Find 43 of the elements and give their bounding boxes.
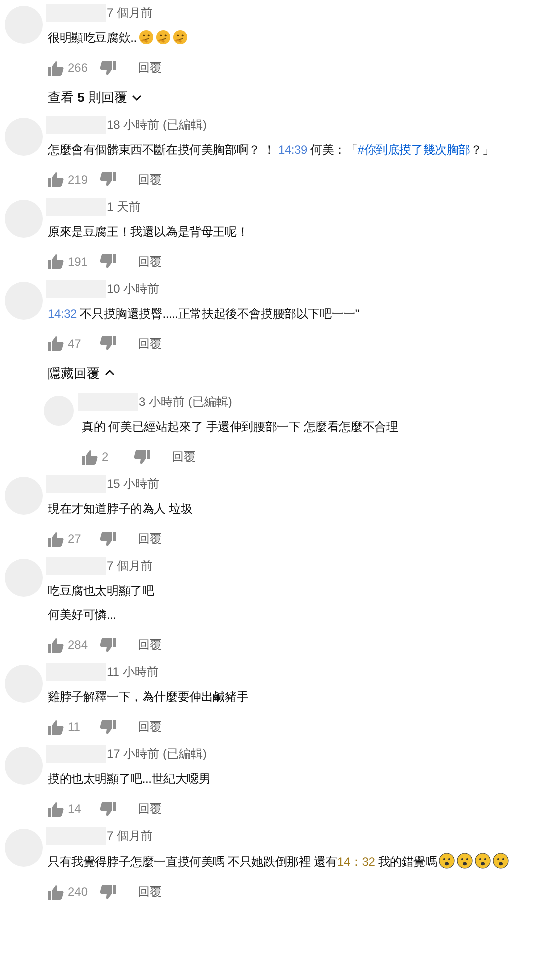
reply-button[interactable]: 回覆: [138, 59, 162, 77]
reply-button[interactable]: 回覆: [138, 530, 162, 548]
comment-text: 怎麼會有個髒東西不斷在摸何美胸部啊？ ！ 14:39 何美：「#你到底摸了幾次胸部？」: [48, 142, 494, 158]
comment-time: 15 小時前: [107, 476, 160, 493]
like-count: 219: [68, 172, 90, 188]
reply-button[interactable]: 回覆: [138, 170, 162, 188]
comment-text: 很明顯吃豆腐欸..: [48, 30, 188, 46]
reply-button[interactable]: 回覆: [138, 718, 162, 736]
like-count: 284: [68, 637, 90, 654]
reply-button[interactable]: 回覆: [172, 448, 196, 466]
replies-toggle[interactable]: 查看 5 則回覆: [48, 88, 142, 108]
like-count: 27: [68, 531, 82, 548]
reply-button[interactable]: 回覆: [138, 883, 162, 901]
comment-text: 何美好可憐...: [48, 607, 118, 623]
comment-text: 吃豆腐也太明顯了吧: [48, 583, 156, 599]
comment-time: 7 個月前: [107, 828, 154, 845]
comment-text: 14:32 不只摸胸還摸臀.....正常扶起後不會摸腰部以下吧一一": [48, 306, 360, 322]
comment-time: 1 天前: [107, 198, 142, 216]
comment-time: 7 個月前: [107, 5, 154, 22]
comment-time: 11 小時前: [107, 664, 159, 681]
replies-toggle[interactable]: 隱藏回覆: [48, 364, 115, 383]
like-count: 266: [68, 60, 90, 77]
like-count: 11: [68, 719, 82, 736]
comment-time: 7 個月前: [107, 558, 154, 575]
comment-time: 18 小時前 (已編輯): [107, 116, 208, 134]
comment-time: 17 小時前 (已編輯): [107, 746, 208, 763]
comment-time: 3 小時前 (已編輯): [139, 394, 232, 411]
like-count: 240: [68, 884, 90, 901]
like-count: 191: [68, 254, 90, 270]
like-count: 14: [68, 801, 82, 818]
comment-text: 現在才知道脖子的為人 垃圾: [48, 501, 193, 517]
comment-text: 雞脖子解釋一下，為什麼要伸出鹹豬手: [48, 689, 249, 705]
reply-button[interactable]: 回覆: [138, 334, 162, 352]
like-count: 2: [102, 449, 110, 466]
comment-text: 真的 何美已經站起來了 手還伸到腰部一下 怎麼看怎麼不合理: [82, 419, 398, 435]
comment-text: 摸的也太明顯了吧...世紀大噁男: [48, 771, 211, 787]
reply-button[interactable]: 回覆: [138, 636, 162, 654]
reply-button[interactable]: 回覆: [138, 252, 162, 270]
comment-time: 10 小時前: [107, 280, 160, 298]
comment-text: 只有我覺得脖子怎麼一直摸何美嗎 不只她跌倒那裡 還有14：32 我的錯覺嗎: [48, 853, 510, 870]
comment-text: 原來是豆腐王！我還以為是背母王呢！: [48, 224, 249, 240]
reply-button[interactable]: 回覆: [138, 800, 162, 818]
like-count: 47: [68, 336, 82, 352]
